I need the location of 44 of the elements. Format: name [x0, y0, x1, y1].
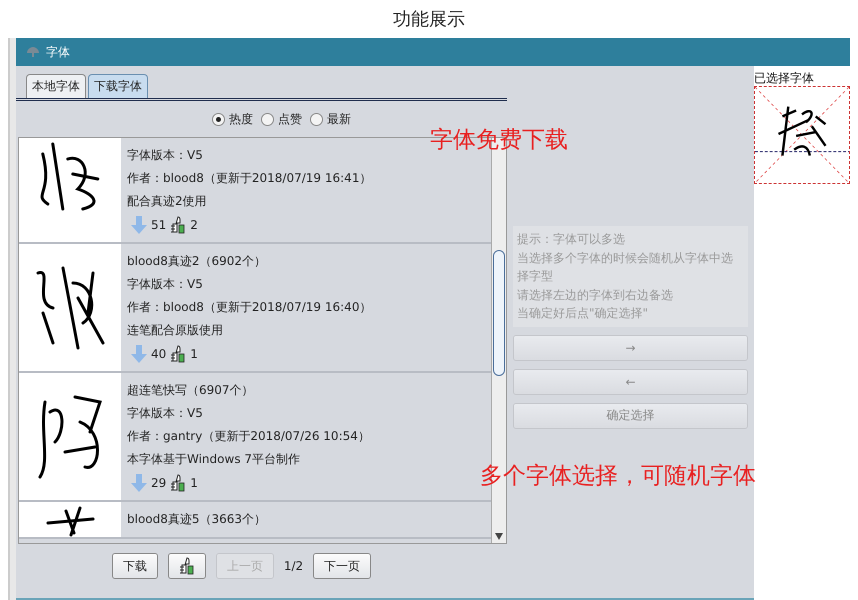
thumbs-up-icon: [178, 557, 195, 575]
font-author: 作者：gantry（更新于2018/07/26 10:54）: [127, 428, 370, 445]
window-title: 字体: [46, 44, 70, 60]
download-button[interactable]: 下载: [112, 553, 158, 579]
thumbs-up-icon: [170, 216, 186, 234]
download-arrow-icon: [131, 344, 147, 362]
window-icon: [26, 46, 40, 58]
selected-fonts-label: 已选择字体: [754, 70, 815, 86]
handwriting-sample-drawing: [40, 142, 100, 211]
font-version: 字体版本：V5: [127, 276, 204, 293]
font-description: 配合真迹2使用: [127, 193, 208, 210]
font-version: 字体版本：V5: [127, 405, 204, 422]
font-description: 连笔配合原版使用: [127, 322, 224, 339]
tab[interactable]: 下载字体: [88, 74, 148, 98]
thumbs-up-icon: [170, 474, 186, 492]
font-description: 本字体基于Windows 7平台制作: [127, 451, 302, 468]
page-indicator: 1/2: [284, 559, 304, 573]
download-arrow-icon: [131, 216, 147, 234]
hint-text: 提示：字体可以多选 当选择多个字体的时候会随机从字体中选择字型 请选择左边的字体到右边备选 当确定好后点"确定选择": [513, 226, 748, 326]
next-page-button[interactable]: 下一页: [313, 553, 372, 579]
download-count: 51: [151, 218, 166, 232]
sort-radio[interactable]: 热度: [212, 110, 253, 128]
font-author: 作者：blood8（更新于2018/07/19 16:41）: [127, 170, 372, 187]
tab[interactable]: 本地字体: [26, 74, 86, 98]
thumbs-up-icon: [170, 344, 186, 362]
scroll-down-arrow-icon[interactable]: [495, 532, 503, 540]
annotation-text: 多个字体选择，可随机字体: [480, 462, 756, 491]
page-title: 功能展示: [393, 8, 465, 31]
font-name: 超连笔快写（6907个）: [127, 382, 255, 399]
sort-radio[interactable]: 点赞: [261, 110, 302, 128]
like-count: 1: [190, 476, 198, 490]
font-version: 字体版本：V5: [127, 147, 204, 164]
handwriting-sample-drawing: [46, 506, 94, 537]
download-arrow-icon: [131, 474, 147, 492]
font-author: 作者：blood8（更新于2018/07/19 16:40）: [127, 299, 372, 316]
download-count: 29: [151, 476, 166, 490]
font-name: blood8真迹5（3663个）: [127, 511, 266, 528]
like-button[interactable]: [168, 553, 206, 579]
font-name: blood8真迹2（6902个）: [127, 253, 268, 270]
sort-radio[interactable]: 最新: [310, 110, 351, 128]
download-count: 40: [151, 346, 166, 360]
like-count: 2: [190, 218, 198, 232]
annotation-text: 字体免费下载: [430, 126, 568, 155]
like-count: 1: [190, 346, 198, 360]
